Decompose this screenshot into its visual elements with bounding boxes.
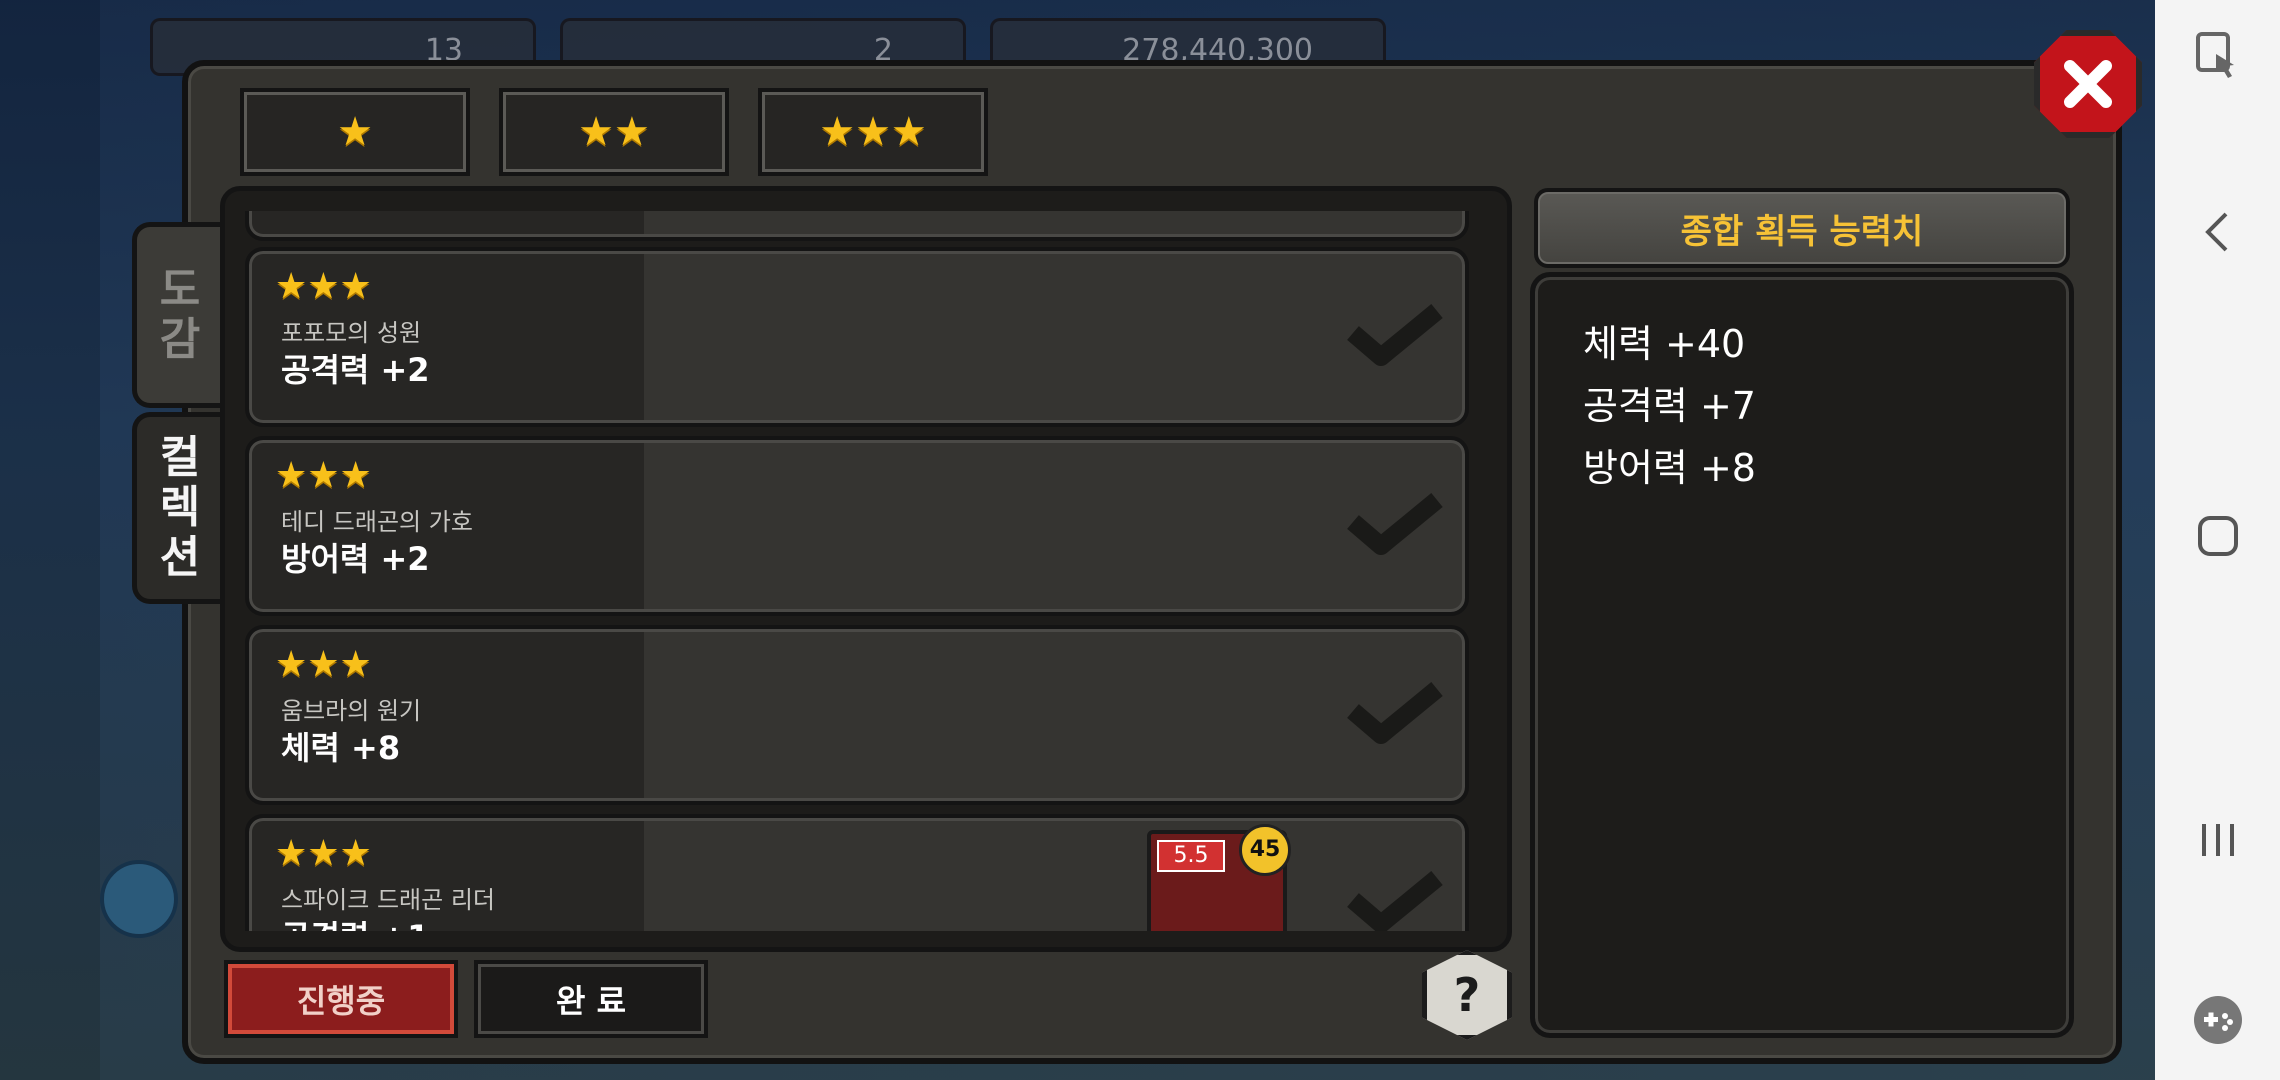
- checkmark-icon: [1347, 304, 1443, 366]
- star-icon: ★★★: [819, 109, 927, 155]
- checkmark-icon: [1347, 493, 1443, 555]
- collection-list[interactable]: ★★★ 포포모의 성원 공격력 +2 ★★★ 테디 드래곤의 가호 방어력 +2…: [220, 186, 1512, 952]
- collection-name: 스파이크 드래곤 리더: [281, 886, 495, 914]
- hero-level-badge: 45: [1239, 824, 1291, 876]
- collection-list-viewport: ★★★ 포포모의 성원 공격력 +2 ★★★ 테디 드래곤의 가호 방어력 +2…: [245, 211, 1489, 931]
- filter-three-star-tab[interactable]: ★★★: [758, 88, 988, 176]
- tab-encyclopedia-label: 도 감: [159, 264, 201, 365]
- star-icon: ★: [337, 109, 373, 155]
- checkmark-icon: [1347, 682, 1443, 744]
- list-item-partial[interactable]: [245, 211, 1469, 241]
- summary-panel: 체력 +40 공격력 +7 방어력 +8: [1530, 272, 2074, 1038]
- collection-stat: 방어력 +2: [281, 540, 430, 578]
- question-mark-icon: ?: [1453, 968, 1481, 1022]
- collection-name: 포포모의 성원: [281, 319, 422, 347]
- list-item[interactable]: ★★★ 포포모의 성원 공격력 +2: [245, 247, 1469, 427]
- hero-level-label: 5.5: [1157, 840, 1225, 872]
- summary-title: 종합 획득 능력치: [1534, 188, 2070, 268]
- collection-name: 테디 드래곤의 가호: [281, 508, 473, 536]
- completed-button[interactable]: 완 료: [474, 960, 708, 1038]
- filter-two-star-tab[interactable]: ★★: [499, 88, 729, 176]
- checkmark-icon: [1347, 871, 1443, 931]
- collection-stat: 체력 +8: [281, 729, 401, 767]
- list-item[interactable]: ★★★ 테디 드래곤의 가호 방어력 +2: [245, 436, 1469, 616]
- list-item[interactable]: ★★★ 움브라의 원기 체력 +8: [245, 625, 1469, 805]
- game-tools-icon[interactable]: [2190, 992, 2246, 1048]
- hero-portrait[interactable]: 5.5 45: [1147, 824, 1291, 931]
- star-icon: ★★: [578, 109, 650, 155]
- star-rating-icon: ★★★: [275, 644, 372, 685]
- recent-apps-icon[interactable]: [2190, 812, 2246, 868]
- home-icon[interactable]: [2190, 508, 2246, 564]
- star-rating-icon: ★★★: [275, 833, 372, 874]
- summary-stat-attack: 공격력 +7: [1583, 384, 1756, 428]
- list-item[interactable]: ★★★ 스파이크 드래곤 리더 공격력 +1 5.5 45: [245, 814, 1469, 931]
- summary-stat-hp: 체력 +40: [1583, 322, 1746, 366]
- summary-stat-defense: 방어력 +8: [1583, 446, 1756, 490]
- filter-one-star-tab[interactable]: ★: [240, 88, 470, 176]
- tab-encyclopedia[interactable]: 도 감: [132, 222, 223, 408]
- tab-collection-label: 컬 렉 션: [159, 432, 201, 583]
- collection-name: 움브라의 원기: [281, 697, 422, 725]
- back-icon[interactable]: [2190, 204, 2246, 260]
- close-icon: [2064, 60, 2112, 108]
- collection-stat: 공격력 +1: [281, 912, 430, 931]
- star-rating-icon: ★★★: [275, 266, 372, 307]
- tab-collection[interactable]: 컬 렉 션: [132, 412, 223, 604]
- screen-touch-icon[interactable]: [2190, 28, 2246, 84]
- star-rating-icon: ★★★: [275, 455, 372, 496]
- in-progress-button[interactable]: 진행중: [224, 960, 458, 1038]
- collection-stat: 공격력 +2: [281, 351, 430, 389]
- bg-level-badge: [100, 860, 178, 938]
